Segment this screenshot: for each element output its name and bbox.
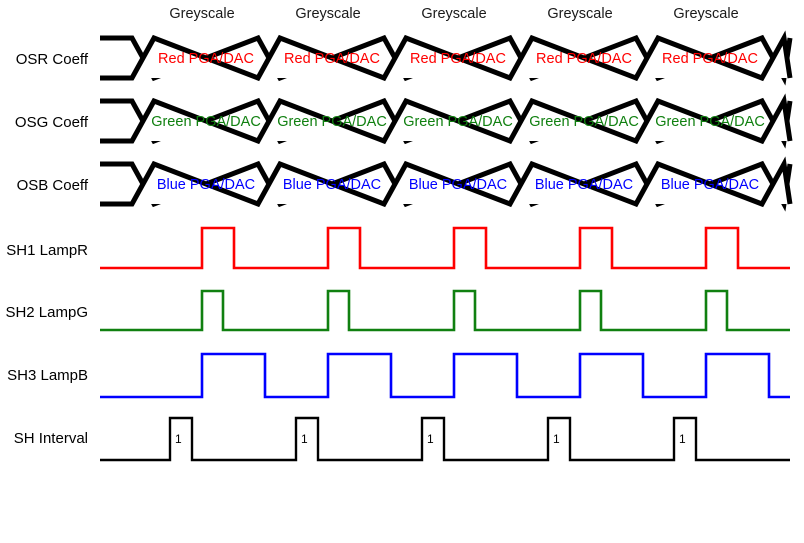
bus-value-osb-coeff-3: Blue PGA/DAC <box>409 177 507 193</box>
pulse-label-sh-interval-3: 1 <box>427 432 434 446</box>
column-header-greyscale-5: Greyscale <box>673 6 738 22</box>
bus-value-osb-coeff-5: Blue PGA/DAC <box>661 177 759 193</box>
timing-diagram-svg: Greyscale Greyscale Greyscale Greyscale Grey… <box>0 0 804 543</box>
bus-value-osg-coeff-1: Green PGA/DAC <box>151 114 261 130</box>
column-header-greyscale-4: Greyscale <box>547 6 612 22</box>
row-label-osb-coeff: OSB Coeff <box>17 177 89 194</box>
bus-rows-group: Red PGA/DAC Red PGA/DAC Red PGA/DAC Red PGA… <box>100 30 793 212</box>
canvas-background <box>0 0 804 543</box>
row-label-sh3-lampb: SH3 LampB <box>7 367 88 384</box>
bus-row-osg-coeff: Green PGA/DAC Green PGA/DAC Green PGA/DAC G… <box>100 93 793 149</box>
pulse-label-sh-interval-1: 1 <box>175 432 182 446</box>
bus-value-osg-coeff-3: Green PGA/DAC <box>403 114 513 130</box>
column-header-greyscale-2: Greyscale <box>295 6 360 22</box>
bus-value-osb-coeff-2: Blue PGA/DAC <box>283 177 381 193</box>
pulse-label-sh-interval-2: 1 <box>301 432 308 446</box>
row-label-sh2-lampg: SH2 LampG <box>5 304 88 321</box>
bus-value-osb-coeff-1: Blue PGA/DAC <box>157 177 255 193</box>
pulse-label-sh-interval-4: 1 <box>553 432 560 446</box>
column-header-greyscale-1: Greyscale <box>169 6 234 22</box>
row-label-sh-interval: SH Interval <box>14 430 88 447</box>
timing-diagram-root: Greyscale Greyscale Greyscale Greyscale Grey… <box>0 0 804 543</box>
bus-value-osg-coeff-2: Green PGA/DAC <box>277 114 387 130</box>
column-header-greyscale-3: Greyscale <box>421 6 486 22</box>
bus-value-osr-coeff-5: Red PGA/DAC <box>662 51 758 67</box>
bus-value-osr-coeff-2: Red PGA/DAC <box>284 51 380 67</box>
bus-value-osb-coeff-4: Blue PGA/DAC <box>535 177 633 193</box>
bus-row-osb-coeff: Blue PGA/DAC Blue PGA/DAC Blue PGA/DAC Blue… <box>100 156 793 212</box>
bus-value-osr-coeff-3: Red PGA/DAC <box>410 51 506 67</box>
row-label-sh1-lampr: SH1 LampR <box>6 242 88 259</box>
row-label-osg-coeff: OSG Coeff <box>15 114 89 131</box>
bus-value-osr-coeff-1: Red PGA/DAC <box>158 51 254 67</box>
bus-row-osr-coeff: Red PGA/DAC Red PGA/DAC Red PGA/DAC Red PGA… <box>100 30 793 86</box>
bus-value-osg-coeff-4: Green PGA/DAC <box>529 114 639 130</box>
pulse-label-sh-interval-5: 1 <box>679 432 686 446</box>
row-label-osr-coeff: OSR Coeff <box>16 51 89 68</box>
bus-value-osr-coeff-4: Red PGA/DAC <box>536 51 632 67</box>
bus-value-osg-coeff-5: Green PGA/DAC <box>655 114 765 130</box>
